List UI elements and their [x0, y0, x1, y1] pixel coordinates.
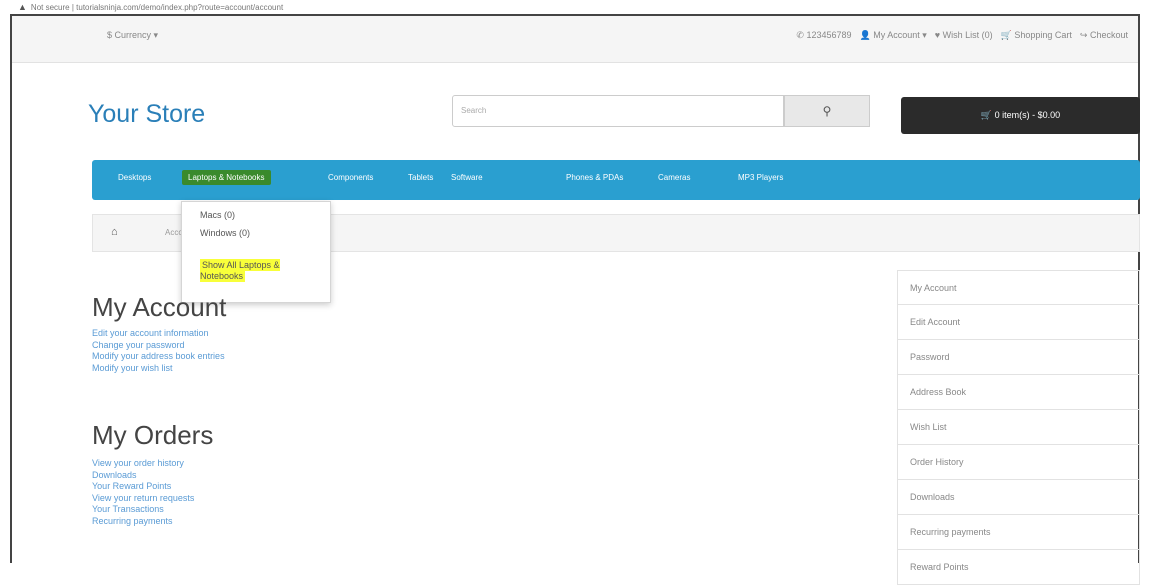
- menu-item-cameras[interactable]: Cameras: [658, 173, 690, 182]
- order-link[interactable]: Downloads: [92, 470, 194, 482]
- menu-item-components[interactable]: Components: [328, 173, 373, 182]
- order-link[interactable]: Your Reward Points: [92, 481, 194, 493]
- order-link[interactable]: View your order history: [92, 458, 194, 470]
- menu-item-laptops[interactable]: Laptops & Notebooks: [182, 170, 271, 185]
- browser-address-bar[interactable]: ▲ Not secure | tutorialsninja.com/demo/in…: [0, 0, 1150, 14]
- security-label: Not secure: [30, 3, 70, 12]
- sidebar-item-order-history[interactable]: Order History: [897, 445, 1140, 480]
- sidebar-item-downloads[interactable]: Downloads: [897, 480, 1140, 515]
- search-icon: ⚲: [822, 104, 832, 118]
- menu-item-phones[interactable]: Phones & PDAs: [566, 173, 623, 182]
- order-link[interactable]: View your return requests: [92, 493, 194, 505]
- store-logo[interactable]: Your Store: [88, 100, 205, 129]
- sidebar-item-edit-account[interactable]: Edit Account: [897, 305, 1140, 340]
- sidebar-item-password[interactable]: Password: [897, 340, 1140, 375]
- shopping-cart-link[interactable]: 🛒 Shopping Cart: [1001, 30, 1072, 41]
- search-input[interactable]: Search: [452, 95, 784, 127]
- account-sidebar: My Account Edit Account Password Address…: [897, 270, 1140, 585]
- phone-link[interactable]: ✆ 123456789: [796, 30, 851, 41]
- menu-item-tablets[interactable]: Tablets: [408, 173, 433, 182]
- sidebar-item-reward-points[interactable]: Reward Points: [897, 550, 1140, 585]
- sidebar-item-wish-list[interactable]: Wish List: [897, 410, 1140, 445]
- menu-item-software[interactable]: Software: [451, 173, 483, 182]
- account-link[interactable]: Edit your account information: [92, 328, 225, 340]
- currency-dropdown[interactable]: $ Currency ▾: [107, 30, 158, 41]
- order-link[interactable]: Recurring payments: [92, 516, 194, 528]
- sidebar-item-my-account[interactable]: My Account: [897, 270, 1140, 305]
- my-orders-heading: My Orders: [92, 420, 214, 450]
- warning-icon: ▲: [18, 2, 27, 12]
- dropdown-show-all[interactable]: Show All Laptops & Notebooks: [200, 259, 318, 282]
- wish-list-link[interactable]: ♥ Wish List (0): [935, 30, 993, 41]
- order-link[interactable]: Your Transactions: [92, 504, 194, 516]
- my-account-heading: My Account: [92, 292, 227, 322]
- account-links: Edit your account information Change you…: [92, 328, 225, 374]
- main-menu: Desktops Laptops & Notebooks Components …: [92, 160, 1140, 200]
- account-link[interactable]: Modify your wish list: [92, 363, 225, 375]
- dropdown-item-windows[interactable]: Windows (0): [200, 228, 250, 238]
- my-account-link[interactable]: 👤 My Account ▾: [860, 30, 927, 41]
- menu-item-mp3[interactable]: MP3 Players: [738, 173, 783, 182]
- search-button[interactable]: ⚲: [784, 95, 870, 127]
- top-bar: $ Currency ▾ ✆ 123456789 👤 My Account ▾ …: [12, 16, 1138, 63]
- account-link[interactable]: Modify your address book entries: [92, 351, 225, 363]
- url-text[interactable]: tutorialsninja.com/demo/index.php?route=…: [76, 3, 283, 12]
- account-link[interactable]: Change your password: [92, 340, 225, 352]
- sidebar-item-address-book[interactable]: Address Book: [897, 375, 1140, 410]
- order-links: View your order history Downloads Your R…: [92, 458, 194, 527]
- checkout-link[interactable]: ↪ Checkout: [1080, 30, 1128, 41]
- cart-button[interactable]: 🛒 0 item(s) - $0.00: [901, 97, 1140, 134]
- top-links: ✆ 123456789 👤 My Account ▾ ♥ Wish List (…: [796, 30, 1128, 41]
- home-icon[interactable]: ⌂: [111, 226, 118, 238]
- dropdown-item-macs[interactable]: Macs (0): [200, 210, 235, 220]
- menu-item-desktops[interactable]: Desktops: [118, 173, 151, 182]
- sidebar-item-recurring[interactable]: Recurring payments: [897, 515, 1140, 550]
- laptops-dropdown: Macs (0) Windows (0) Show All Laptops & …: [181, 201, 331, 303]
